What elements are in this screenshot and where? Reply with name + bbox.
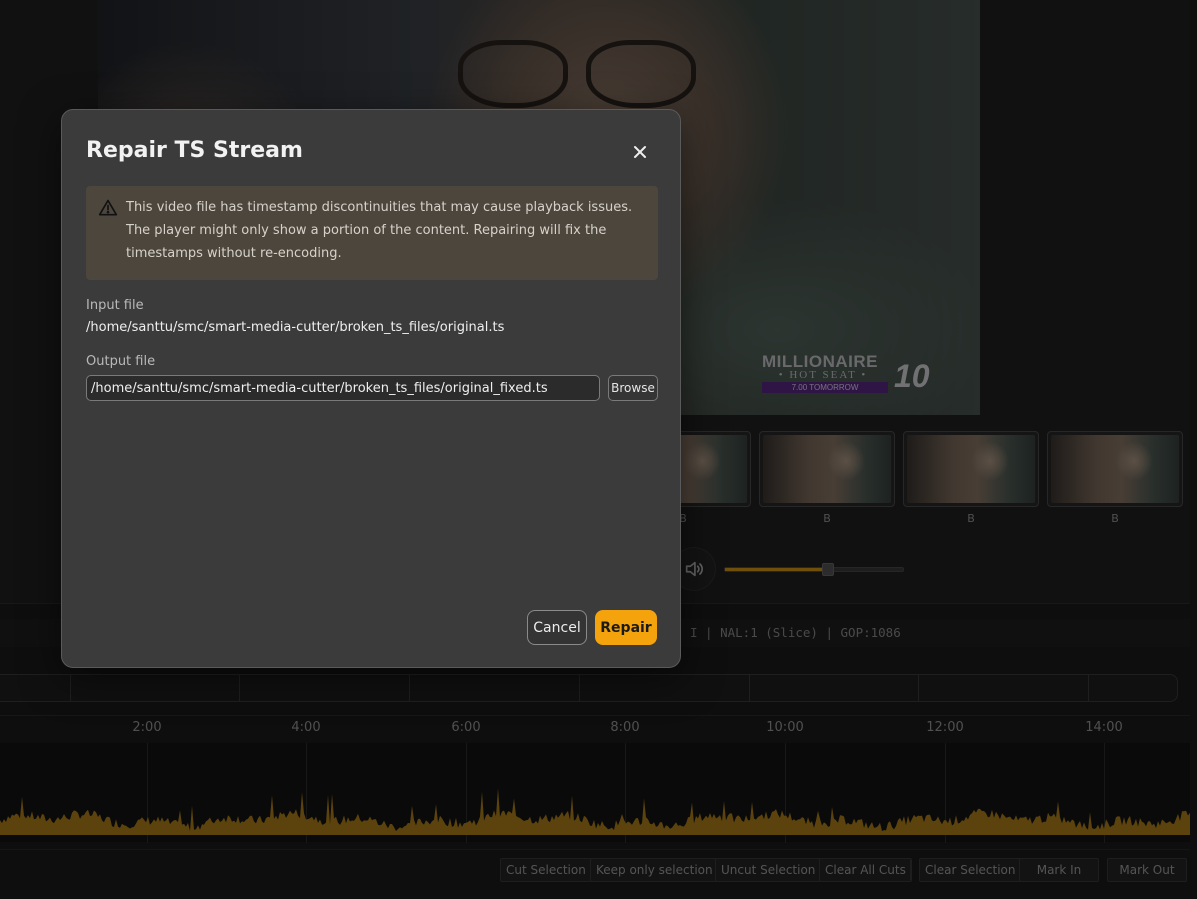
repair-button[interactable]: Repair (595, 610, 657, 645)
warning-box: This video file has timestamp discontinu… (86, 186, 658, 280)
app-window: MILLIONAIRE • HOT SEAT • 7.00 TOMORROW 1… (0, 0, 1197, 899)
cancel-button[interactable]: Cancel (527, 610, 587, 645)
repair-ts-dialog: Repair TS Stream This video file has tim… (61, 109, 681, 668)
input-file-path: /home/santtu/smc/smart-media-cutter/brok… (86, 320, 505, 335)
output-file-label: Output file (86, 354, 156, 369)
warning-triangle-icon (98, 199, 118, 216)
close-button[interactable] (628, 140, 652, 164)
close-icon (634, 146, 646, 158)
warning-text: This video file has timestamp discontinu… (126, 200, 633, 261)
dialog-title: Repair TS Stream (86, 138, 303, 163)
input-file-label: Input file (86, 298, 144, 313)
output-file-input[interactable] (86, 375, 600, 401)
browse-button[interactable]: Browse (608, 375, 658, 401)
